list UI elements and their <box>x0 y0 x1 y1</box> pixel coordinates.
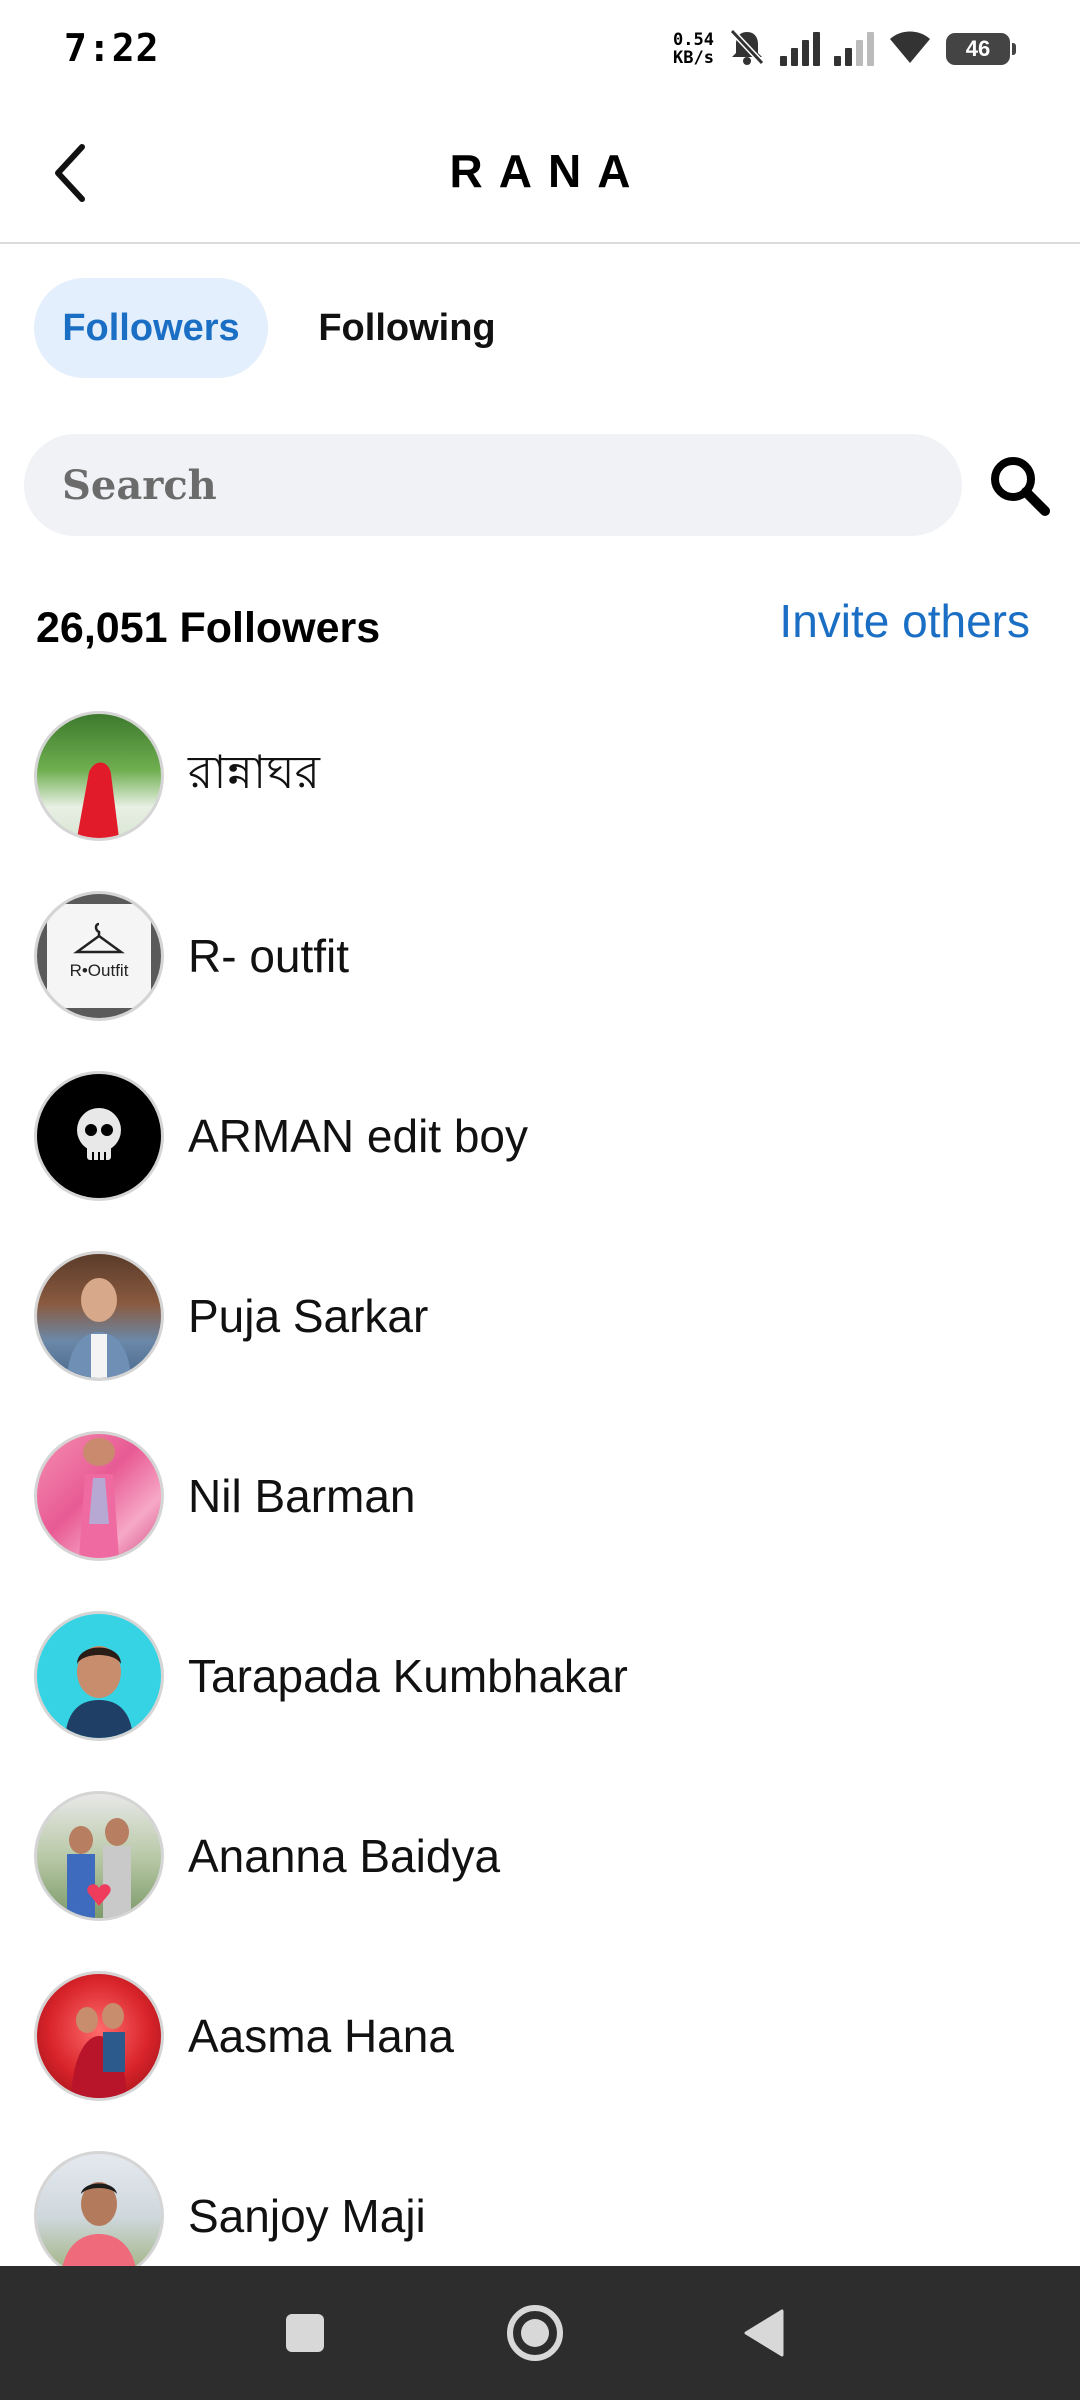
follower-row[interactable]: Aasma Hana <box>0 1946 1080 2126</box>
avatar[interactable] <box>34 1251 164 1381</box>
follower-row[interactable]: ARMAN edit boy <box>0 1046 1080 1226</box>
followers-count: 26,051 Followers <box>36 604 381 652</box>
follower-name: রান্নাঘর <box>188 746 320 798</box>
search-input[interactable] <box>60 460 924 510</box>
wifi-icon <box>888 29 932 70</box>
follower-row[interactable]: R•Outfit R- outfit <box>0 866 1080 1046</box>
home-button[interactable] <box>500 2298 570 2368</box>
status-icons: 0.54 KB/s 46 <box>673 24 1016 74</box>
follower-name: Ananna Baidya <box>188 1830 501 1882</box>
follower-row[interactable]: Tarapada Kumbhakar <box>0 1586 1080 1766</box>
status-bar: 7:22 0.54 KB/s 46 <box>0 0 1080 100</box>
search-bar <box>24 434 962 536</box>
follower-name: Aasma Hana <box>188 2010 454 2062</box>
follower-row[interactable]: Puja Sarkar <box>0 1226 1080 1406</box>
avatar[interactable] <box>34 711 164 841</box>
avatar[interactable] <box>34 1611 164 1741</box>
search-button[interactable] <box>984 450 1054 520</box>
battery-icon: 46 <box>946 33 1016 65</box>
tab-followers[interactable]: Followers <box>34 278 268 378</box>
back-triangle-icon <box>744 2309 784 2357</box>
back-nav-button[interactable] <box>730 2298 800 2368</box>
avatar[interactable] <box>34 1791 164 1921</box>
follower-name: Nil Barman <box>188 1470 416 1522</box>
follower-row[interactable]: Ananna Baidya <box>0 1766 1080 1946</box>
avatar[interactable] <box>34 1431 164 1561</box>
recents-button[interactable] <box>270 2298 340 2368</box>
avatar[interactable]: R•Outfit <box>34 891 164 1021</box>
follower-row[interactable]: Nil Barman <box>0 1406 1080 1586</box>
follower-name: R- outfit <box>188 930 350 982</box>
search-icon <box>991 457 1050 516</box>
net-speed-unit: KB/s <box>673 48 714 68</box>
page-title: RANA <box>449 145 647 197</box>
tab-following[interactable]: Following <box>292 278 522 378</box>
net-speed: 0.54 KB/s <box>673 31 714 67</box>
home-circle-icon <box>507 2305 563 2361</box>
status-time: 7:22 <box>64 26 160 70</box>
avatar[interactable] <box>34 1071 164 1201</box>
invite-others-link[interactable]: Invite others <box>779 594 1030 648</box>
follower-name: ARMAN edit boy <box>188 1110 529 1162</box>
avatar[interactable] <box>34 2151 164 2281</box>
follower-row[interactable]: রান্নাঘর <box>0 686 1080 866</box>
app-header: RANA <box>0 100 1080 244</box>
signal-icon <box>780 32 820 66</box>
r-outfit-logo-text: R•Outfit <box>70 961 129 980</box>
follower-name: Tarapada Kumbhakar <box>188 1650 628 1702</box>
follower-name: Puja Sarkar <box>188 1290 429 1342</box>
system-nav-bar <box>0 2266 1080 2400</box>
bell-off-icon <box>728 27 766 72</box>
recents-square-icon <box>286 2314 324 2352</box>
avatar[interactable] <box>34 1971 164 2101</box>
follower-name: Sanjoy Maji <box>188 2190 426 2242</box>
net-speed-value: 0.54 <box>673 30 714 50</box>
signal-icon <box>834 32 874 66</box>
